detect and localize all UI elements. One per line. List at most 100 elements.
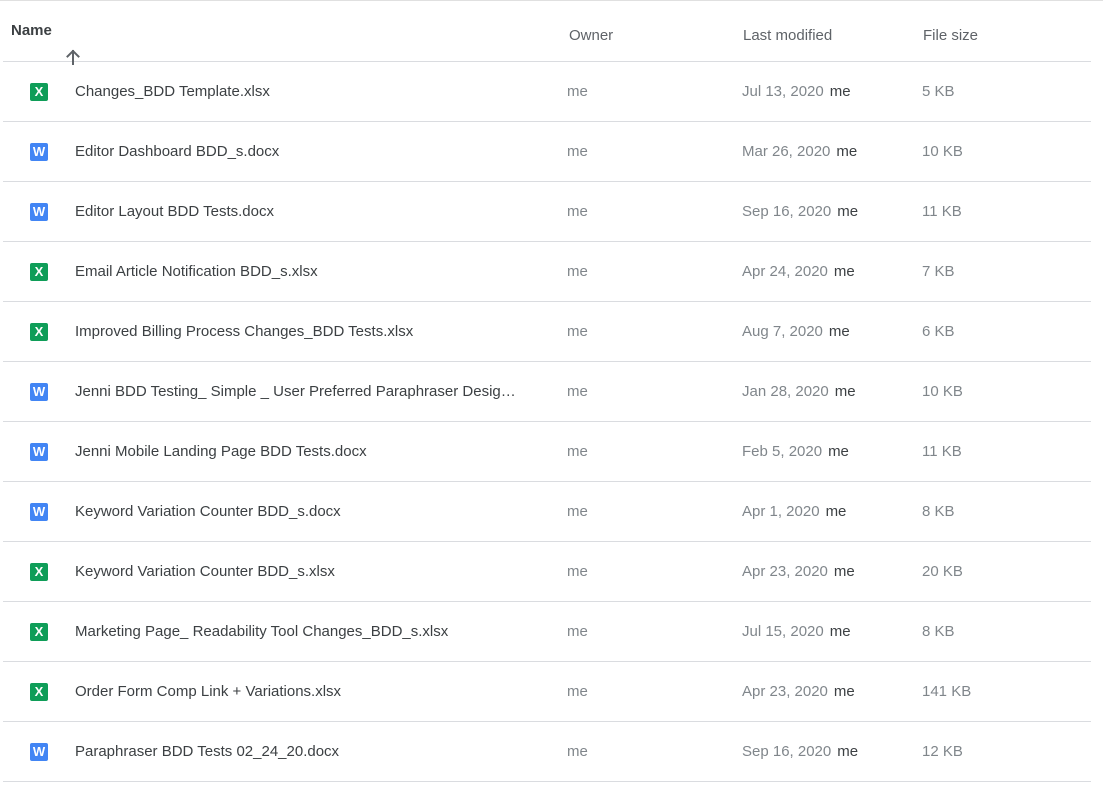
modified-by: me <box>825 503 847 520</box>
file-name[interactable]: Editor Dashboard BDD_s.docx <box>75 122 545 181</box>
modified-date: Aug 7, 2020 <box>742 323 823 340</box>
file-last-modified: Feb 5, 2020 me <box>742 422 849 481</box>
file-size: 6 KB <box>922 323 955 340</box>
file-name[interactable]: Changes_BDD Template.xlsx <box>75 62 545 121</box>
file-row[interactable]: W Paraphraser BDD Tests 02_24_20.docx me Se… <box>3 722 1091 782</box>
file-last-modified: Sep 16, 2020 me <box>742 722 858 781</box>
file-last-modified: Apr 24, 2020 me <box>742 242 855 301</box>
modified-date: Sep 16, 2020 <box>742 203 832 220</box>
file-name[interactable]: Editor Layout BDD Tests.docx <box>75 182 545 241</box>
column-header-name[interactable]: Name <box>11 1 82 65</box>
file-size: 7 KB <box>922 263 955 280</box>
column-header-last-modified[interactable]: Last modified <box>743 1 832 61</box>
modified-by: me <box>837 203 859 220</box>
file-size: 11 KB <box>922 443 962 460</box>
file-last-modified: Apr 23, 2020 me <box>742 542 855 601</box>
modified-by: me <box>837 743 859 760</box>
file-row[interactable]: W Editor Dashboard BDD_s.docx me Mar 26, 20… <box>3 122 1091 182</box>
modified-date: Apr 24, 2020 <box>742 263 828 280</box>
sheets-file-icon: X <box>30 683 48 701</box>
file-last-modified: Mar 26, 2020 me <box>742 122 857 181</box>
modified-by: me <box>834 383 856 400</box>
modified-by: me <box>829 623 851 640</box>
file-name[interactable]: Keyword Variation Counter BDD_s.docx <box>75 482 545 541</box>
file-row[interactable]: X Order Form Comp Link + Variations.xlsx m… <box>3 662 1091 722</box>
modified-date: Jan 28, 2020 <box>742 383 829 400</box>
file-size: 10 KB <box>922 143 963 160</box>
file-size: 8 KB <box>922 503 955 520</box>
modified-by: me <box>828 323 850 340</box>
file-owner: me <box>567 683 588 700</box>
file-last-modified: Aug 7, 2020 me <box>742 302 850 361</box>
file-row[interactable]: X Improved Billing Process Changes_BDD Te… <box>3 302 1091 362</box>
file-row[interactable]: X Marketing Page_ Readability Tool Change… <box>3 602 1091 662</box>
file-row[interactable]: X Keyword Variation Counter BDD_s.xlsx me A… <box>3 542 1091 602</box>
modified-by: me <box>828 443 849 460</box>
file-name[interactable]: Jenni Mobile Landing Page BDD Tests.docx <box>75 422 545 481</box>
file-last-modified: Sep 16, 2020 me <box>742 182 858 241</box>
file-size: 20 KB <box>922 563 963 580</box>
modified-date: Jul 13, 2020 <box>742 83 824 100</box>
file-size: 5 KB <box>922 83 955 100</box>
file-size: 11 KB <box>922 203 962 220</box>
column-header-name-label: Name <box>11 22 52 39</box>
file-owner: me <box>567 743 588 760</box>
file-size: 8 KB <box>922 623 955 640</box>
modified-by: me <box>829 83 851 100</box>
docs-file-icon: W <box>30 443 48 461</box>
docs-file-icon: W <box>30 503 48 521</box>
file-size: 12 KB <box>922 743 963 760</box>
file-owner: me <box>567 203 588 220</box>
file-last-modified: Jan 28, 2020 me <box>742 362 856 421</box>
column-header-file-size[interactable]: File size <box>923 1 978 61</box>
file-name[interactable]: Paraphraser BDD Tests 02_24_20.docx <box>75 722 545 781</box>
modified-date: Sep 16, 2020 <box>742 743 832 760</box>
arrow-up-icon[interactable] <box>64 27 82 65</box>
file-row[interactable]: X Email Article Notification BDD_s.xlsx me… <box>3 242 1091 302</box>
file-last-modified: Apr 23, 2020 me <box>742 662 855 721</box>
modified-by: me <box>833 563 855 580</box>
file-owner: me <box>567 503 588 520</box>
column-header-row: Name Owner Last modified File size <box>3 1 1091 65</box>
file-owner: me <box>567 323 588 340</box>
file-owner: me <box>567 623 588 640</box>
file-row[interactable]: W Keyword Variation Counter BDD_s.docx me A… <box>3 482 1091 542</box>
file-row[interactable]: W Jenni BDD Testing_ Simple _ User Prefer… <box>3 362 1091 422</box>
modified-by: me <box>833 263 855 280</box>
file-name[interactable]: Keyword Variation Counter BDD_s.xlsx <box>75 542 545 601</box>
docs-file-icon: W <box>30 143 48 161</box>
docs-file-icon: W <box>30 203 48 221</box>
file-last-modified: Apr 1, 2020 me <box>742 482 846 541</box>
sheets-file-icon: X <box>30 263 48 281</box>
file-owner: me <box>567 563 588 580</box>
modified-date: Apr 1, 2020 <box>742 503 820 520</box>
file-name[interactable]: Improved Billing Process Changes_BDD Tes… <box>75 302 545 361</box>
file-list: Name Owner Last modified File size X Chan… <box>3 1 1091 782</box>
file-owner: me <box>567 443 588 460</box>
file-name[interactable]: Order Form Comp Link + Variations.xlsx <box>75 662 545 721</box>
modified-date: Jul 15, 2020 <box>742 623 824 640</box>
file-last-modified: Jul 13, 2020 me <box>742 62 851 121</box>
docs-file-icon: W <box>30 383 48 401</box>
sheets-file-icon: X <box>30 563 48 581</box>
modified-by: me <box>833 683 855 700</box>
file-row[interactable]: W Editor Layout BDD Tests.docx me Sep 16, 2… <box>3 182 1091 242</box>
sheets-file-icon: X <box>30 83 48 101</box>
sheets-file-icon: X <box>30 323 48 341</box>
modified-date: Mar 26, 2020 <box>742 143 831 160</box>
file-row[interactable]: X Changes_BDD Template.xlsx me Jul 13, 2020… <box>3 62 1091 122</box>
docs-file-icon: W <box>30 743 48 761</box>
file-name[interactable]: Marketing Page_ Readability Tool Changes… <box>75 602 545 661</box>
file-last-modified: Jul 15, 2020 me <box>742 602 851 661</box>
file-row[interactable]: W Jenni Mobile Landing Page BDD Tests.doc… <box>3 422 1091 482</box>
file-owner: me <box>567 83 588 100</box>
file-size: 10 KB <box>922 383 963 400</box>
file-owner: me <box>567 143 588 160</box>
column-header-owner[interactable]: Owner <box>569 1 613 61</box>
file-name[interactable]: Jenni BDD Testing_ Simple _ User Preferr… <box>75 362 545 421</box>
modified-by: me <box>836 143 858 160</box>
file-name[interactable]: Email Article Notification BDD_s.xlsx <box>75 242 545 301</box>
modified-date: Feb 5, 2020 <box>742 443 823 460</box>
file-owner: me <box>567 263 588 280</box>
file-size: 141 KB <box>922 683 972 700</box>
